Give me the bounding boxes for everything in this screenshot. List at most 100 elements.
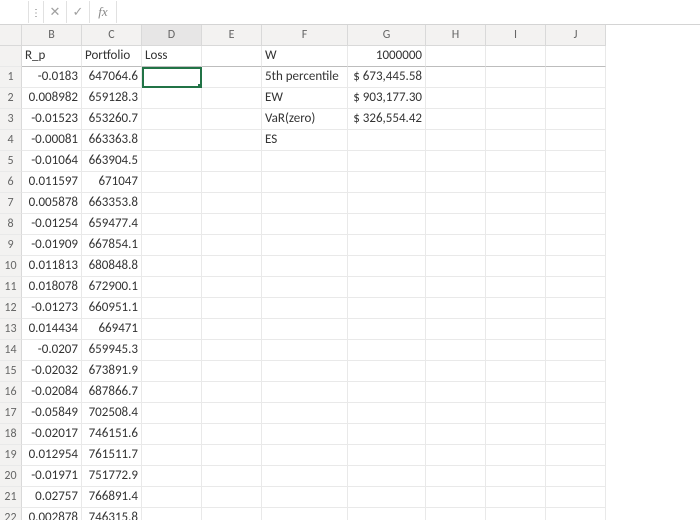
cell-B5[interactable]: -0.01064 [22, 151, 82, 172]
cell-C20[interactable]: 751772.9 [82, 466, 142, 487]
cell-D3[interactable] [142, 109, 202, 130]
row-header-2[interactable]: 2 [0, 88, 22, 109]
cell-I3[interactable] [486, 109, 546, 130]
label-cell-8[interactable] [486, 46, 546, 67]
cell-G16[interactable] [348, 382, 426, 403]
cell-C7[interactable]: 663353.8 [82, 193, 142, 214]
cell-B3[interactable]: -0.01523 [22, 109, 82, 130]
cell-H2[interactable] [426, 88, 486, 109]
cell-B20[interactable]: -0.01971 [22, 466, 82, 487]
cell-G12[interactable] [348, 298, 426, 319]
cell-H21[interactable] [426, 487, 486, 508]
spreadsheet-grid[interactable]: BCDEFGHIJR_pPortfolioLossW10000001-0.018… [0, 25, 700, 520]
cell-H8[interactable] [426, 214, 486, 235]
cell-E5[interactable] [202, 151, 262, 172]
row-header-10[interactable]: 10 [0, 256, 22, 277]
cell-G2[interactable]: $ 903,177.30 [348, 88, 426, 109]
cell-G20[interactable] [348, 466, 426, 487]
cell-D17[interactable] [142, 403, 202, 424]
cell-F3[interactable]: VaR(zero) [262, 109, 348, 130]
label-cell-1[interactable]: R_p [22, 46, 82, 67]
row-header-15[interactable]: 15 [0, 361, 22, 382]
cell-H4[interactable] [426, 130, 486, 151]
cell-D1[interactable] [142, 67, 202, 88]
cell-C18[interactable]: 746151.6 [82, 424, 142, 445]
cell-H10[interactable] [426, 256, 486, 277]
cell-B17[interactable]: -0.05849 [22, 403, 82, 424]
cell-G15[interactable] [348, 361, 426, 382]
cell-J13[interactable] [546, 319, 606, 340]
cell-I8[interactable] [486, 214, 546, 235]
cell-E19[interactable] [202, 445, 262, 466]
name-box-menu-icon[interactable]: ⋮ [29, 1, 44, 23]
cell-E4[interactable] [202, 130, 262, 151]
col-header-J[interactable]: J [546, 25, 606, 46]
cell-I18[interactable] [486, 424, 546, 445]
row-header-14[interactable]: 14 [0, 340, 22, 361]
cell-E13[interactable] [202, 319, 262, 340]
cell-J3[interactable] [546, 109, 606, 130]
cell-D20[interactable] [142, 466, 202, 487]
cell-J10[interactable] [546, 256, 606, 277]
cell-C19[interactable]: 761511.7 [82, 445, 142, 466]
cell-D13[interactable] [142, 319, 202, 340]
cell-D12[interactable] [142, 298, 202, 319]
cell-F17[interactable] [262, 403, 348, 424]
cell-J22[interactable] [546, 508, 606, 520]
cell-C11[interactable]: 672900.1 [82, 277, 142, 298]
cell-H16[interactable] [426, 382, 486, 403]
cell-H13[interactable] [426, 319, 486, 340]
cell-I22[interactable] [486, 508, 546, 520]
col-header-H[interactable]: H [426, 25, 486, 46]
row-header-12[interactable]: 12 [0, 298, 22, 319]
cell-G1[interactable]: $ 673,445.58 [348, 67, 426, 88]
cell-I6[interactable] [486, 172, 546, 193]
cell-D14[interactable] [142, 340, 202, 361]
cell-J18[interactable] [546, 424, 606, 445]
cell-H18[interactable] [426, 424, 486, 445]
row-header-9[interactable]: 9 [0, 235, 22, 256]
cell-H6[interactable] [426, 172, 486, 193]
cell-D7[interactable] [142, 193, 202, 214]
cell-B13[interactable]: 0.014434 [22, 319, 82, 340]
cell-C8[interactable]: 659477.4 [82, 214, 142, 235]
cell-C21[interactable]: 766891.4 [82, 487, 142, 508]
cell-I7[interactable] [486, 193, 546, 214]
cell-B15[interactable]: -0.02032 [22, 361, 82, 382]
cell-D11[interactable] [142, 277, 202, 298]
cell-H15[interactable] [426, 361, 486, 382]
cell-B14[interactable]: -0.0207 [22, 340, 82, 361]
cell-H14[interactable] [426, 340, 486, 361]
cell-J17[interactable] [546, 403, 606, 424]
cell-I11[interactable] [486, 277, 546, 298]
cell-F22[interactable] [262, 508, 348, 520]
cell-E15[interactable] [202, 361, 262, 382]
cell-G13[interactable] [348, 319, 426, 340]
col-header-B[interactable]: B [22, 25, 82, 46]
cell-J1[interactable] [546, 67, 606, 88]
cell-H19[interactable] [426, 445, 486, 466]
cell-E17[interactable] [202, 403, 262, 424]
cell-B7[interactable]: 0.005878 [22, 193, 82, 214]
cell-I4[interactable] [486, 130, 546, 151]
cell-F1[interactable]: 5th percentile [262, 67, 348, 88]
cell-J6[interactable] [546, 172, 606, 193]
cell-F4[interactable]: ES [262, 130, 348, 151]
cell-D18[interactable] [142, 424, 202, 445]
cell-B21[interactable]: 0.02757 [22, 487, 82, 508]
cell-C22[interactable]: 746315.8 [82, 508, 142, 520]
cell-B9[interactable]: -0.01909 [22, 235, 82, 256]
cell-E1[interactable] [202, 67, 262, 88]
col-header-G[interactable]: G [348, 25, 426, 46]
cell-J12[interactable] [546, 298, 606, 319]
cell-B4[interactable]: -0.00081 [22, 130, 82, 151]
cell-F6[interactable] [262, 172, 348, 193]
row-header-1[interactable]: 1 [0, 67, 22, 88]
cell-C1[interactable]: 647064.6 [82, 67, 142, 88]
cell-D6[interactable] [142, 172, 202, 193]
cell-I12[interactable] [486, 298, 546, 319]
row-header-17[interactable]: 17 [0, 403, 22, 424]
cell-E3[interactable] [202, 109, 262, 130]
cell-C3[interactable]: 653260.7 [82, 109, 142, 130]
cell-G21[interactable] [348, 487, 426, 508]
